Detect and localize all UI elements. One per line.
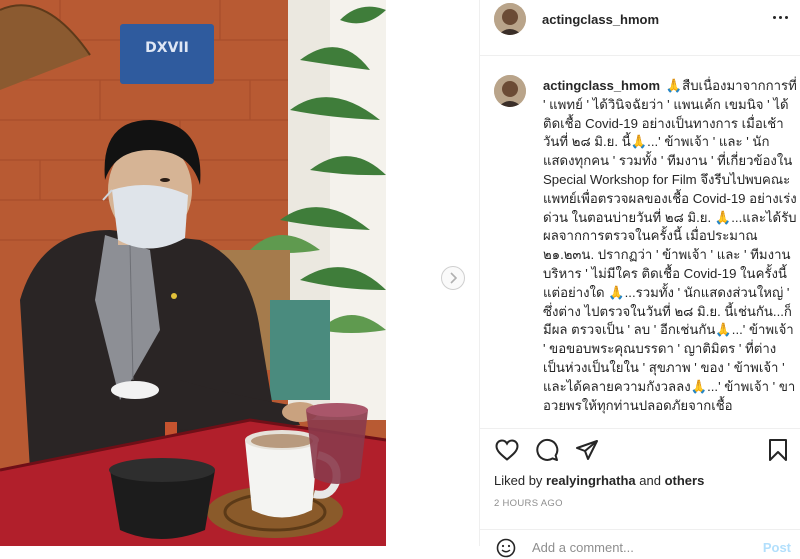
instagram-post-view: DXVII actingclass_hmom actingclass_hmom …	[0, 0, 800, 558]
caption-username[interactable]: actingclass_hmom	[543, 78, 660, 93]
post-actions: Liked by realyingrhatha and others 2 HOU…	[480, 428, 800, 558]
caption-text: 🙏สืบเนื่องมาจากการที่ ' แพทย์ ' ได้วินิจ…	[543, 78, 797, 413]
likes-summary: Liked by realyingrhatha and others	[494, 473, 704, 488]
caption-author-avatar[interactable]	[494, 75, 526, 107]
author-username[interactable]: actingclass_hmom	[542, 12, 659, 27]
post-caption: actingclass_hmom 🙏สืบเนื่องมาจากการที่ '…	[543, 77, 799, 415]
add-comment-bar: Post	[480, 529, 800, 559]
more-dot	[784, 15, 788, 19]
share-button[interactable]	[574, 437, 600, 463]
more-horizontal-icon	[772, 15, 776, 19]
post-side-panel: actingclass_hmom actingclass_hmom 🙏สืบเน…	[479, 0, 800, 558]
comments-scroll-area[interactable]: actingclass_hmom 🙏สืบเนื่องมาจากการที่ '…	[480, 56, 800, 428]
likes-others-link[interactable]: others	[665, 473, 705, 488]
author-avatar[interactable]	[494, 3, 526, 35]
more-dot	[778, 15, 782, 19]
photo-illustration: DXVII	[0, 0, 386, 546]
comment-button[interactable]	[534, 437, 560, 463]
more-options-button[interactable]	[769, 10, 791, 24]
post-timestamp[interactable]: 2 HOURS AGO	[494, 498, 563, 509]
avatar-image	[494, 3, 526, 35]
liked-by-user-link[interactable]: realyingrhatha	[546, 473, 636, 488]
save-button[interactable]	[765, 437, 791, 463]
post-header: actingclass_hmom	[480, 0, 800, 56]
post-comment-button[interactable]: Post	[763, 540, 791, 555]
heart-icon	[495, 439, 519, 461]
next-photo-button[interactable]	[441, 266, 465, 290]
chevron-right-icon	[450, 272, 458, 284]
comment-input[interactable]	[532, 540, 732, 555]
paper-plane-icon	[576, 440, 598, 460]
avatar-image	[494, 75, 526, 107]
bookmark-icon	[769, 439, 787, 461]
like-button[interactable]	[494, 437, 520, 463]
smile-icon[interactable]	[496, 538, 516, 558]
carousel-gap	[386, 0, 479, 546]
likes-prefix: Liked by	[494, 473, 547, 488]
svg-text:DXVII: DXVII	[145, 40, 189, 56]
likes-connector: and	[635, 473, 665, 488]
comment-bubble-icon	[536, 438, 559, 461]
post-photo[interactable]: DXVII	[0, 0, 386, 546]
